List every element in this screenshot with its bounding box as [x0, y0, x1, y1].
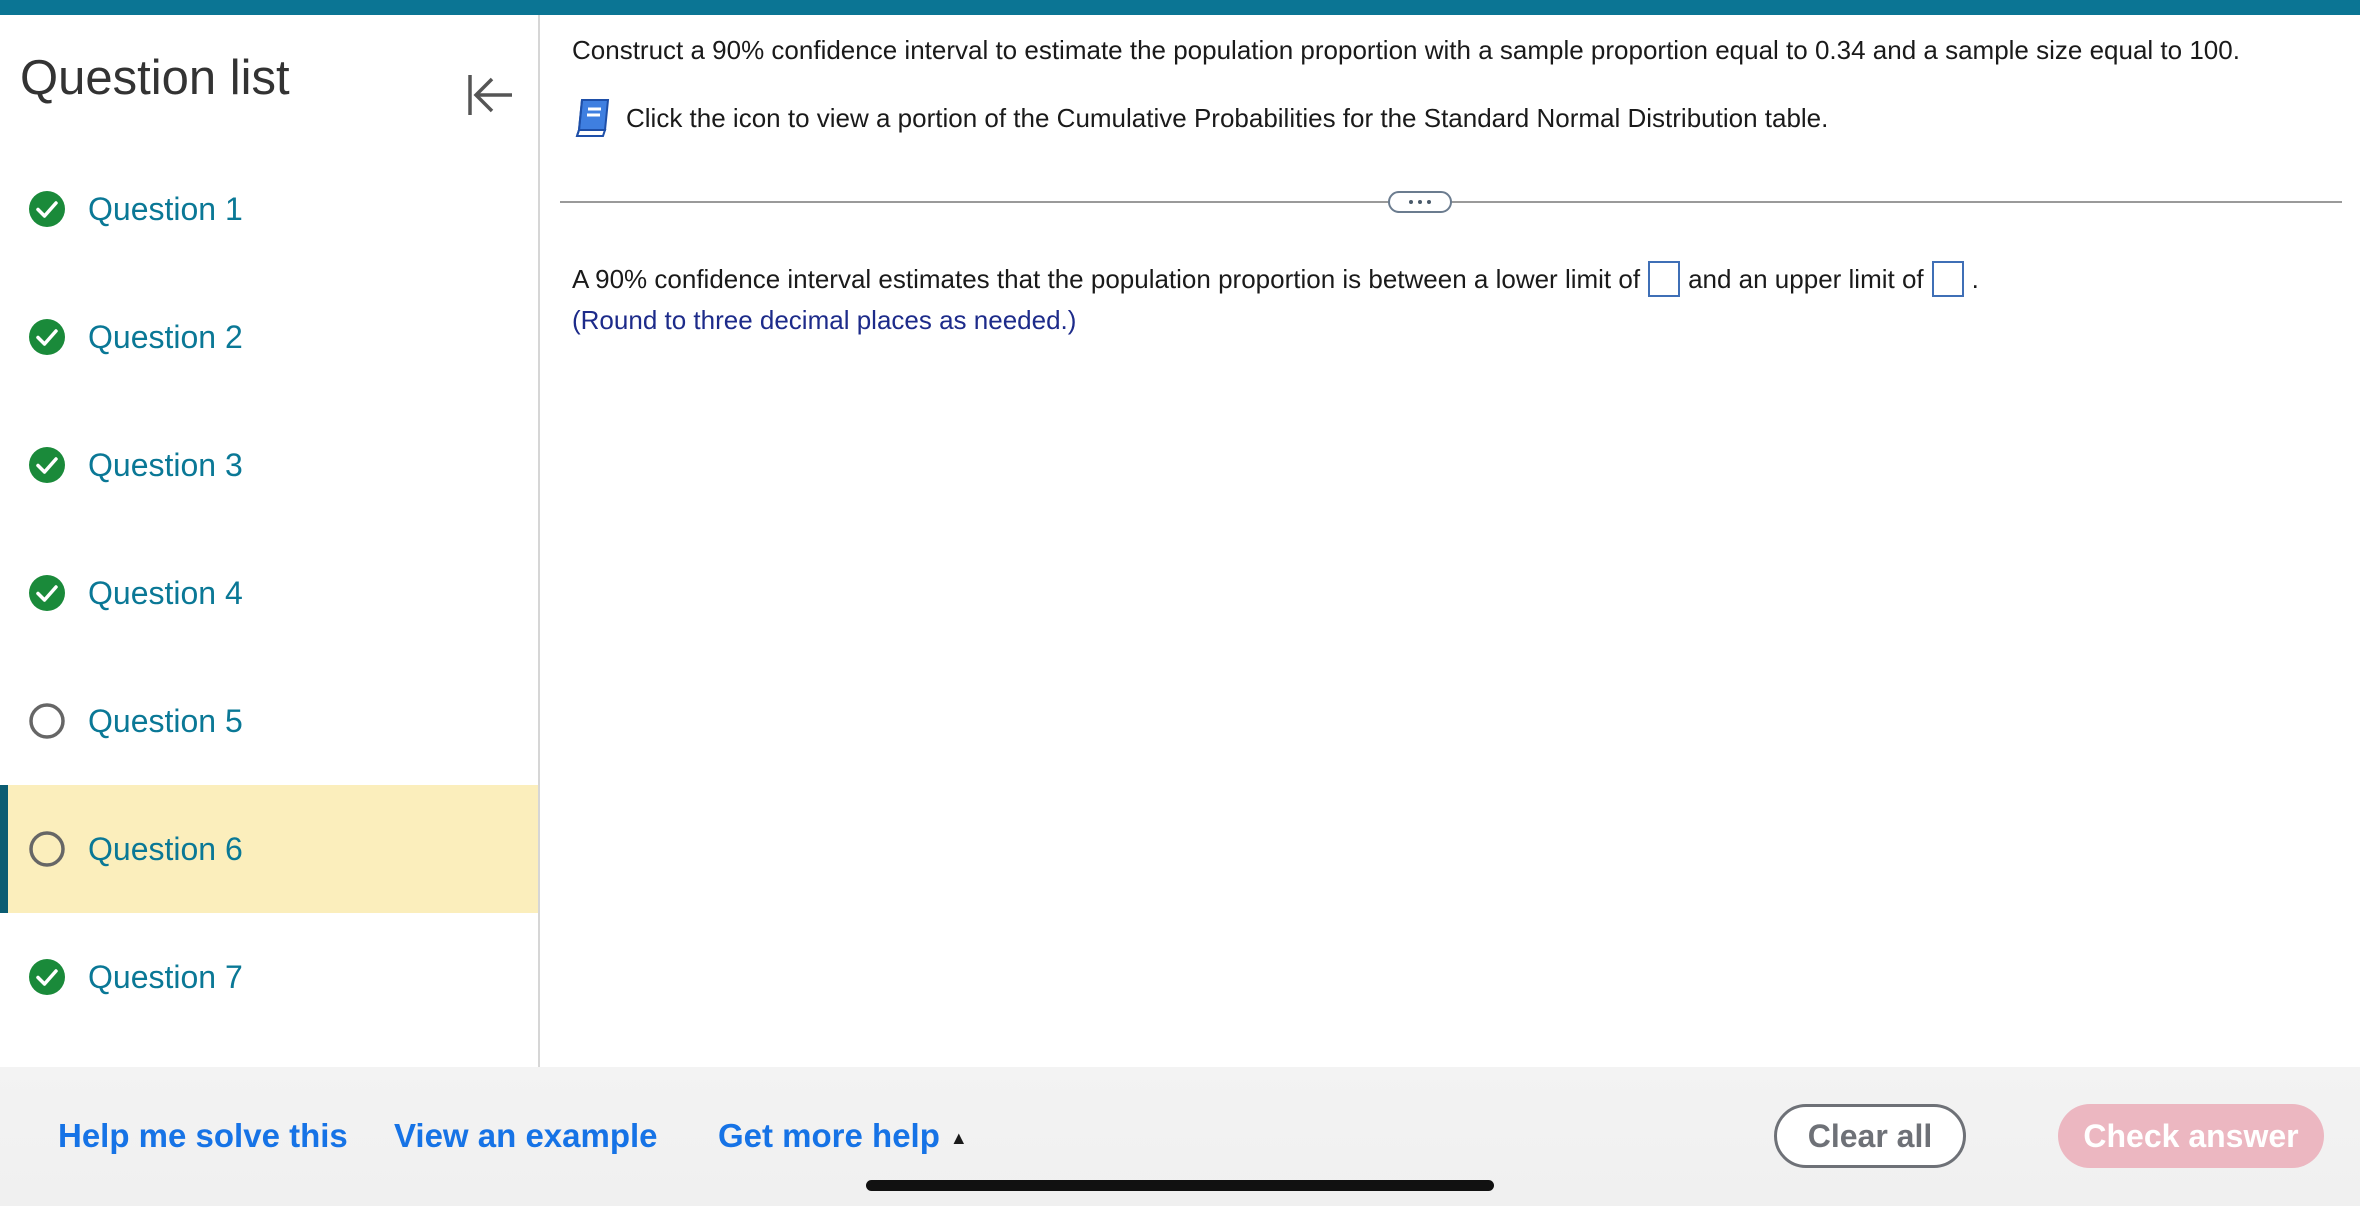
check-circle-icon	[29, 191, 65, 227]
question-item-2[interactable]: Question 2	[0, 273, 538, 401]
divider-handle[interactable]	[1388, 191, 1452, 213]
collapse-left-icon	[468, 75, 512, 115]
check-circle-icon	[29, 575, 65, 611]
home-indicator	[866, 1180, 1494, 1191]
get-more-help-label: Get more help	[718, 1117, 940, 1154]
question-label: Question 5	[88, 702, 243, 739]
question-item-3[interactable]: Question 3	[0, 401, 538, 529]
answer-statement: A 90% confidence interval estimates that…	[572, 261, 1979, 297]
question-item-5[interactable]: Question 5	[0, 657, 538, 785]
check-circle-icon	[29, 447, 65, 483]
question-item-4[interactable]: Question 4	[0, 529, 538, 657]
answer-prefix-text: A 90% confidence interval estimates that…	[572, 263, 1641, 294]
empty-circle-icon	[29, 831, 65, 867]
sidebar-title: Question list	[20, 51, 290, 105]
check-answer-button[interactable]: Check answer	[2058, 1104, 2324, 1168]
question-label: Question 3	[88, 446, 243, 483]
empty-circle-icon	[29, 703, 65, 739]
lower-limit-input[interactable]	[1648, 261, 1681, 297]
question-list-sidebar: Question list Question 1 Question 2 Ques…	[0, 15, 540, 1067]
book-icon[interactable]	[572, 97, 612, 139]
check-circle-icon	[29, 959, 65, 995]
rounding-note: (Round to three decimal places as needed…	[572, 305, 1077, 335]
table-link-text: Click the icon to view a portion of the …	[626, 102, 1829, 133]
question-instructions: Construct a 90% confidence interval to e…	[572, 35, 2240, 65]
question-label: Question 4	[88, 574, 243, 611]
top-accent-bar	[0, 0, 2360, 15]
normal-table-link: Click the icon to view a portion of the …	[572, 97, 1828, 139]
get-more-help-link[interactable]: Get more help ▲	[718, 1117, 968, 1155]
answer-middle-text: and an upper limit of	[1688, 263, 1924, 294]
question-label: Question 7	[88, 958, 243, 995]
help-footer: Help me solve this View an example Get m…	[0, 1067, 2360, 1206]
view-example-link[interactable]: View an example	[394, 1117, 658, 1155]
collapse-sidebar-button[interactable]	[460, 53, 520, 135]
clear-all-button[interactable]: Clear all	[1774, 1104, 1966, 1168]
answer-suffix-text: .	[1971, 263, 1979, 294]
question-item-7[interactable]: Question 7	[0, 913, 538, 1041]
question-item-6[interactable]: Question 6	[0, 785, 538, 913]
question-label: Question 1	[88, 190, 243, 227]
caret-up-icon: ▲	[949, 1127, 968, 1148]
question-label: Question 6	[88, 830, 243, 867]
question-label: Question 2	[88, 318, 243, 355]
question-item-1[interactable]: Question 1	[0, 145, 538, 273]
check-circle-icon	[29, 319, 65, 355]
upper-limit-input[interactable]	[1931, 261, 1964, 297]
question-panel: Construct a 90% confidence interval to e…	[540, 15, 2360, 1067]
help-me-solve-link[interactable]: Help me solve this	[58, 1117, 348, 1155]
